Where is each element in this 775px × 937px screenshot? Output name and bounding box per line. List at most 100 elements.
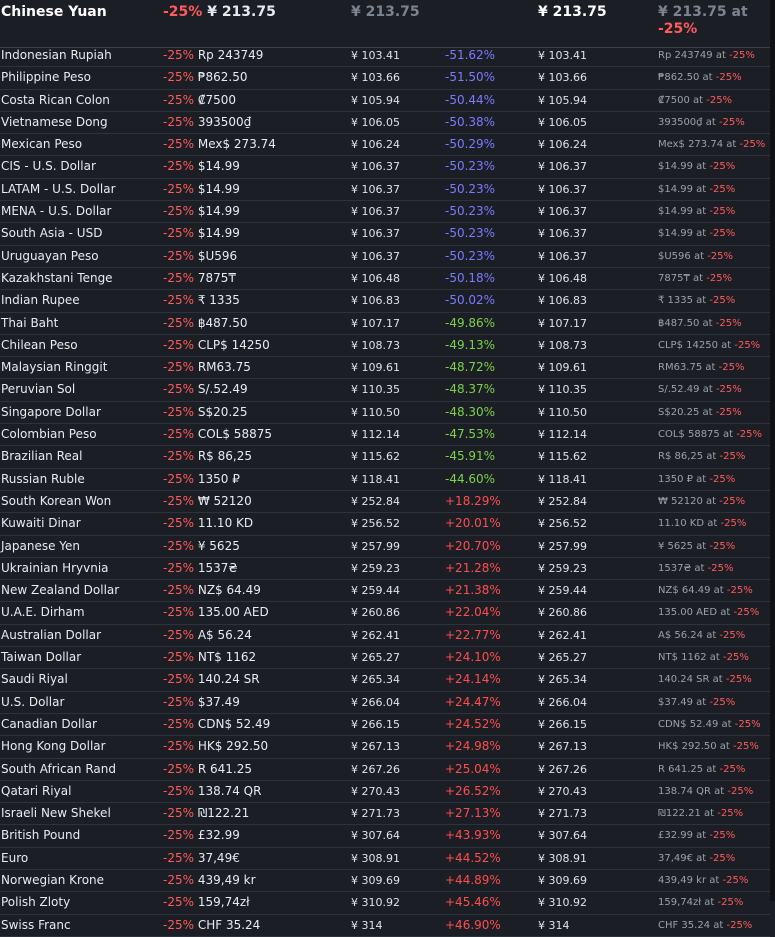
header-alt-price-value: ¥ 213.75 at <box>658 4 748 20</box>
table-row: Saudi Riyal -25% 140.24 SR ¥ 265.34 +24.14%… <box>0 669 770 692</box>
alt-price-value: CLP$ 14250 at <box>658 339 735 351</box>
table-row: Russian Ruble -25% 1350 ₽ ¥ 118.41 -44.60% ¥… <box>0 469 770 491</box>
converted-price: ¥ 103.66 <box>538 71 587 85</box>
alt-discount: -25% <box>715 72 742 84</box>
price-difference: +27.13% <box>445 806 501 821</box>
local-price-value: $14.99 <box>197 226 240 241</box>
alt-price: ₪122.21 at -25% <box>658 808 743 819</box>
discount-badge: -25% <box>163 159 195 174</box>
local-price-value: HK$ 292.50 <box>197 739 269 754</box>
alt-price: 393500₫ at -25% <box>658 117 745 128</box>
base-price: ¥ 314 <box>351 918 383 932</box>
local-price-value: 1350 ₽ <box>197 471 240 486</box>
discount-badge: -25% <box>163 449 195 464</box>
local-price: -25% 159,74zł <box>163 895 250 909</box>
alt-discount: -25% <box>709 830 736 842</box>
price-difference: +25.04% <box>445 761 501 776</box>
converted-price: ¥ 106.37 <box>538 205 587 219</box>
alt-price: S/.52.49 at -25% <box>658 384 742 395</box>
local-price-value: $14.99 <box>197 181 240 196</box>
base-price: ¥ 106.37 <box>351 182 400 196</box>
alt-price-value: ₪122.21 at <box>658 808 718 820</box>
base-price: ¥ 259.23 <box>351 561 400 575</box>
discount-badge: -25% <box>163 761 195 776</box>
table-row: New Zealand Dollar -25% NZ$ 64.49 ¥ 259.44… <box>0 580 770 603</box>
local-price: -25% $14.99 <box>163 159 240 173</box>
alt-discount: -25% <box>709 161 736 173</box>
price-difference: +43.93% <box>445 828 501 843</box>
base-price: ¥ 266.04 <box>351 695 400 709</box>
price-difference: -50.23% <box>445 159 496 174</box>
local-price: -25% A$ 56.24 <box>163 628 252 642</box>
table-row: U.A.E. Dirham -25% 135.00 AED ¥ 260.86 +22.… <box>0 602 770 625</box>
currency-name: Kuwaiti Dinar <box>1 516 81 531</box>
price-difference: +26.52% <box>445 783 501 798</box>
alt-price: $U596 at -25% <box>658 251 733 262</box>
local-price-value: $37.49 <box>197 694 240 709</box>
price-difference: +46.90% <box>445 917 501 932</box>
converted-price: ¥ 265.27 <box>538 651 587 665</box>
alt-discount: -25% <box>729 50 755 61</box>
alt-discount: -25% <box>726 585 753 597</box>
alt-price: RM63.75 at -25% <box>658 362 744 373</box>
alt-price: R 641.25 at -25% <box>658 764 745 775</box>
price-difference: -48.37% <box>445 382 496 397</box>
discount-badge: -25% <box>163 560 195 575</box>
local-price: -25% 140.24 SR <box>163 672 260 686</box>
base-price: ¥ 103.66 <box>351 71 400 85</box>
local-price: -25% $U596 <box>163 249 237 263</box>
converted-price: ¥ 270.43 <box>538 784 587 798</box>
currency-name: LATAM - U.S. Dollar <box>1 181 116 196</box>
price-difference: -48.30% <box>445 404 496 419</box>
table-row: Polish Zloty -25% 159,74zł ¥ 310.92 +45.46%… <box>0 892 770 915</box>
table-row: MENA - U.S. Dollar -25% $14.99 ¥ 106.37 -50… <box>0 201 770 224</box>
alt-discount: -25% <box>709 540 736 552</box>
local-price-value: R$ 86,25 <box>197 449 252 464</box>
currency-name: Indonesian Rupiah <box>1 48 112 62</box>
base-price: ¥ 307.64 <box>351 829 400 843</box>
alt-price: 159,74zł at -25% <box>658 897 743 908</box>
price-difference: -45.91% <box>445 449 496 464</box>
table-row: Chilean Peso -25% CLP$ 14250 ¥ 108.73 -49.1… <box>0 335 770 358</box>
base-price: ¥ 252.84 <box>351 494 400 508</box>
local-price-value: Rp 243749 <box>197 48 264 62</box>
alt-price: NT$ 1162 at -25% <box>658 652 749 663</box>
currency-name: Mexican Peso <box>1 137 83 152</box>
discount-badge: -25% <box>163 404 195 419</box>
base-price: ¥ 106.48 <box>351 271 400 285</box>
price-difference: +20.01% <box>445 516 501 531</box>
alt-price: $37.49 at -25% <box>658 697 735 708</box>
alt-discount: -25% <box>725 674 752 686</box>
local-price-value: $14.99 <box>197 204 240 219</box>
currency-name: New Zealand Dollar <box>1 583 120 598</box>
local-price-value: NT$ 1162 <box>197 650 257 665</box>
currency-name: South Asia - USD <box>1 226 103 241</box>
table-row: LATAM - U.S. Dollar -25% $14.99 ¥ 106.37 -5… <box>0 179 770 202</box>
currency-name: Vietnamese Dong <box>1 114 108 129</box>
alt-price-value: 393500₫ at <box>658 116 719 128</box>
converted-price: ¥ 265.34 <box>538 673 587 687</box>
currency-name: CIS - U.S. Dollar <box>1 159 96 174</box>
alt-discount: -25% <box>715 317 742 329</box>
base-price: ¥ 259.44 <box>351 584 400 598</box>
base-price: ¥ 107.17 <box>351 316 400 330</box>
local-price-value: ₪122.21 <box>197 806 250 821</box>
price-difference: -50.23% <box>445 181 496 196</box>
currency-name: Thai Baht <box>1 315 59 330</box>
converted-price: ¥ 109.61 <box>538 361 587 375</box>
table-row: Singapore Dollar -25% S$20.25 ¥ 110.50 -48.… <box>0 402 770 425</box>
local-price: -25% Rp 243749 <box>163 48 263 62</box>
discount-badge: -25% <box>163 828 195 843</box>
alt-price: ₩ 52120 at -25% <box>658 496 745 507</box>
alt-price-value: S$20.25 at <box>658 406 716 418</box>
local-price-value: 135.00 AED <box>197 605 269 620</box>
local-price: -25% NZ$ 64.49 <box>163 583 261 597</box>
base-price: ¥ 110.50 <box>351 405 400 419</box>
local-price-value: 138.74 QR <box>197 783 262 798</box>
currency-name: Taiwan Dollar <box>1 650 82 665</box>
local-price: -25% CHF 35.24 <box>163 918 260 932</box>
alt-price-value: $14.99 at <box>658 161 710 173</box>
alt-price-value: 135.00 AED at <box>658 607 734 619</box>
alt-discount: -25% <box>709 852 736 864</box>
alt-price: $14.99 at -25% <box>658 228 735 239</box>
